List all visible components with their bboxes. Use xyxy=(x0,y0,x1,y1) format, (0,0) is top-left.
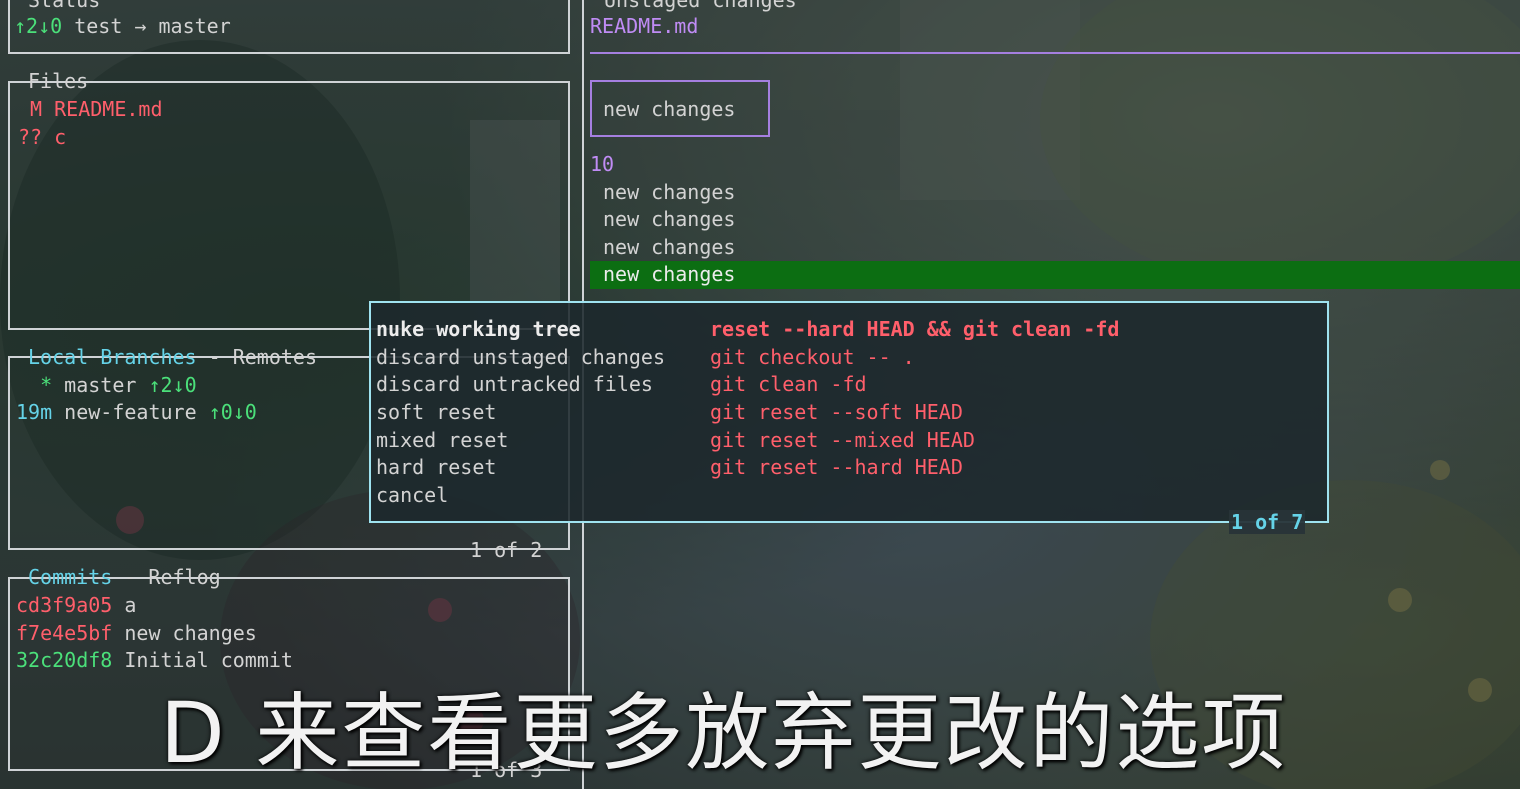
file-name: c xyxy=(42,125,67,149)
status-panel-title: Status xyxy=(28,0,101,12)
tab-commits[interactable]: Commits xyxy=(28,565,112,589)
file-status: ?? xyxy=(18,125,43,149)
branch-name: new-feature xyxy=(64,400,197,424)
commits-panel-title: Commits - Reflog xyxy=(26,565,223,589)
menu-item-nuke-working-tree[interactable]: nuke working tree xyxy=(376,317,581,341)
menu-command-discard-untracked: git clean -fd xyxy=(710,372,867,396)
branch-prefix: * xyxy=(16,373,65,397)
diff-line-selected[interactable]: new changes xyxy=(603,262,735,286)
branch-name: master xyxy=(64,373,137,397)
branches-panel-title: Local Branches - Remotes xyxy=(26,345,319,369)
menu-item-hard-reset[interactable]: hard reset xyxy=(376,455,496,479)
file-row[interactable]: M README.md xyxy=(18,97,163,121)
diff-line[interactable]: new changes xyxy=(603,207,735,231)
diff-line-number: 10 xyxy=(590,152,615,176)
menu-command-discard-unstaged: git checkout -- . xyxy=(710,345,915,369)
menu-pagination: 1 of 7 xyxy=(1229,510,1306,534)
file-status: M xyxy=(18,97,43,121)
menu-item-soft-reset[interactable]: soft reset xyxy=(376,400,496,424)
menu-item-discard-unstaged[interactable]: discard unstaged changes xyxy=(376,345,665,369)
tab-local-branches[interactable]: Local Branches xyxy=(28,345,197,369)
menu-item-discard-untracked[interactable]: discard untracked files xyxy=(376,372,653,396)
files-panel-title: Files xyxy=(28,69,89,93)
commit-message: new changes xyxy=(112,621,257,645)
file-name: README.md xyxy=(42,97,163,121)
diff-file-name: README.md xyxy=(590,14,699,38)
diff-line[interactable]: new changes xyxy=(603,180,735,204)
main-panel-title: Unstaged changes xyxy=(604,0,797,12)
diff-header-divider xyxy=(590,52,1520,54)
branch-ahead-behind: ↑0↓0 xyxy=(196,400,257,424)
menu-command-hard-reset: git reset --hard HEAD xyxy=(710,455,963,479)
branch-ahead-behind: ↑2↓0 xyxy=(136,373,197,397)
branches-pagination: 1 of 2 xyxy=(470,538,543,562)
branch-age: 19m xyxy=(16,400,65,424)
tab-remotes[interactable]: - Remotes xyxy=(197,345,317,369)
branch-row[interactable]: * master ↑2↓0 xyxy=(16,373,197,397)
commit-sha: f7e4e5bf xyxy=(16,621,113,645)
commit-message: a xyxy=(112,593,137,617)
file-row[interactable]: ?? c xyxy=(18,125,66,149)
status-line: ↑2↓0 test → master xyxy=(14,14,231,38)
status-branch-text: test → master xyxy=(62,14,231,38)
diff-line[interactable]: new changes xyxy=(603,235,735,259)
status-ahead-behind: ↑2↓0 xyxy=(14,14,63,38)
commit-sha: 32c20df8 xyxy=(16,648,113,672)
menu-command-nuke-working-tree: reset --hard HEAD && git clean -fd xyxy=(710,317,1120,341)
menu-command-mixed-reset: git reset --mixed HEAD xyxy=(710,428,975,452)
menu-item-mixed-reset[interactable]: mixed reset xyxy=(376,428,508,452)
diff-hunk-text: new changes xyxy=(603,97,736,121)
commit-row[interactable]: cd3f9a05 a xyxy=(16,593,136,617)
commit-sha: cd3f9a05 xyxy=(16,593,113,617)
video-subtitle-caption: D 来查看更多放弃更改的选项 xyxy=(160,684,1288,782)
menu-command-soft-reset: git reset --soft HEAD xyxy=(710,400,963,424)
commit-row[interactable]: f7e4e5bf new changes xyxy=(16,621,257,645)
branch-row[interactable]: 19m new-feature ↑0↓0 xyxy=(16,400,257,424)
menu-item-cancel[interactable]: cancel xyxy=(376,483,448,507)
tab-reflog[interactable]: - Reflog xyxy=(112,565,220,589)
